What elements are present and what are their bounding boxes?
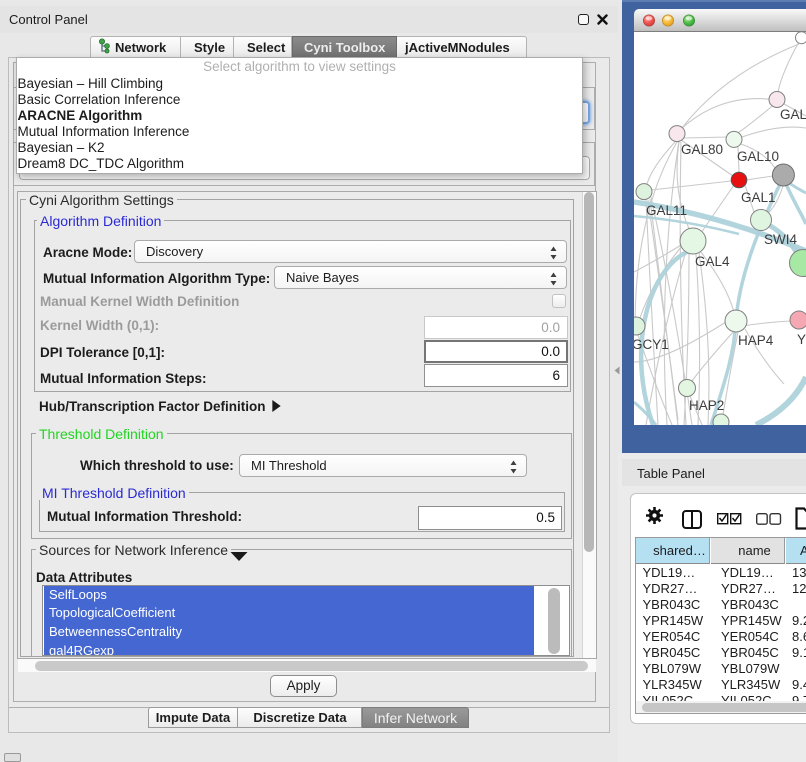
svg-text:GAL11: GAL11 — [646, 203, 687, 218]
svg-text:GAL80: GAL80 — [681, 142, 723, 157]
svg-text:GAL7: GAL7 — [780, 107, 806, 122]
svg-text:YM: YM — [797, 332, 806, 347]
svg-text:HAP2: HAP2 — [689, 398, 724, 413]
svg-text:SWI4: SWI4 — [764, 232, 797, 247]
svg-text:HAP4: HAP4 — [738, 333, 774, 348]
svg-text:GAL1: GAL1 — [741, 190, 776, 205]
svg-text:GCY1: GCY1 — [634, 337, 669, 352]
svg-text:GAL4: GAL4 — [695, 254, 730, 269]
svg-text:GAL10: GAL10 — [737, 149, 779, 164]
